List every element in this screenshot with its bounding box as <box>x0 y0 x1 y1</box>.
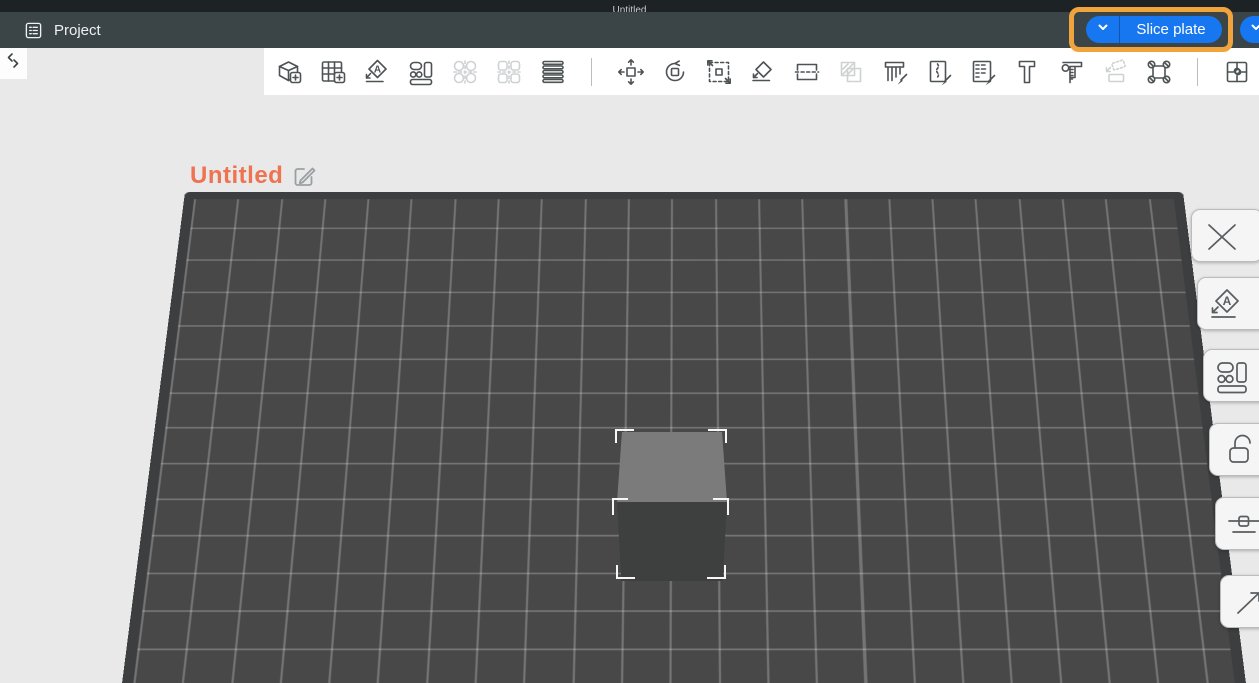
arrange-button[interactable] <box>405 56 436 87</box>
project-menu-label: Project <box>54 22 101 39</box>
project-menu[interactable]: Project <box>24 21 101 40</box>
slice-plate-button-group: Slice plate <box>1086 16 1222 43</box>
right-arrange-button[interactable] <box>1203 349 1259 402</box>
right-lock-button[interactable] <box>1209 423 1259 476</box>
right-scale-button[interactable] <box>1220 575 1259 628</box>
measure-button[interactable] <box>1055 56 1086 87</box>
support-painting-button[interactable] <box>879 56 910 87</box>
project-list-icon <box>24 21 43 40</box>
sidebar-collapse-button[interactable] <box>0 48 27 79</box>
right-delete-button[interactable] <box>1191 209 1259 262</box>
slice-options-dropdown[interactable] <box>1086 16 1120 43</box>
cut-button[interactable] <box>791 56 822 87</box>
variable-layer-height-button[interactable] <box>537 56 568 87</box>
plate-name-label: Untitled <box>190 162 283 190</box>
window-titlebar: Untitled <box>0 0 1259 12</box>
window-title: Untitled <box>613 5 647 12</box>
main-toolbar: A <box>264 48 1259 95</box>
right-auto-orient-button[interactable]: A <box>1197 277 1259 330</box>
lay-on-face-button[interactable] <box>747 56 778 87</box>
text-button[interactable] <box>1011 56 1042 87</box>
selection-bracket <box>616 565 635 579</box>
toolbar-separator <box>591 58 592 86</box>
move-button[interactable] <box>615 56 646 87</box>
top-menubar: Project <box>0 12 1259 48</box>
svg-text:A: A <box>1223 294 1232 308</box>
slice-plate-button[interactable]: Slice plate <box>1120 16 1222 43</box>
right-split-button[interactable] <box>1215 497 1259 550</box>
scale-button[interactable] <box>703 56 734 87</box>
chevrons-collapse-icon <box>4 51 24 76</box>
edit-plate-name-icon[interactable] <box>292 164 317 189</box>
toolbar-separator <box>1197 58 1198 86</box>
split-to-parts-button <box>493 56 524 87</box>
selection-bracket <box>713 498 729 515</box>
rotate-button[interactable] <box>659 56 690 87</box>
assembly-button <box>1099 56 1130 87</box>
add-object-button[interactable] <box>273 56 304 87</box>
viewport-3d[interactable]: A <box>0 48 1259 683</box>
auto-orient-button[interactable]: A <box>361 56 392 87</box>
add-plate-button[interactable] <box>317 56 348 87</box>
slice-plate-label: Slice plate <box>1136 21 1205 38</box>
exploded-view-button[interactable] <box>1143 56 1174 87</box>
plugins-button[interactable] <box>1221 56 1252 87</box>
split-to-objects-button <box>449 56 480 87</box>
mesh-boolean-button <box>835 56 866 87</box>
selection-bracket <box>708 429 727 443</box>
selection-bracket <box>615 429 634 443</box>
svg-text:A: A <box>373 64 380 75</box>
selection-bracket <box>707 565 726 579</box>
chevron-down-icon <box>1248 19 1259 40</box>
seam-painting-button[interactable] <box>923 56 954 87</box>
plate-name-group: Untitled <box>190 162 317 190</box>
selection-bracket <box>612 498 628 515</box>
fuzzy-skin-button[interactable] <box>967 56 998 87</box>
chevron-down-icon <box>1095 19 1111 40</box>
